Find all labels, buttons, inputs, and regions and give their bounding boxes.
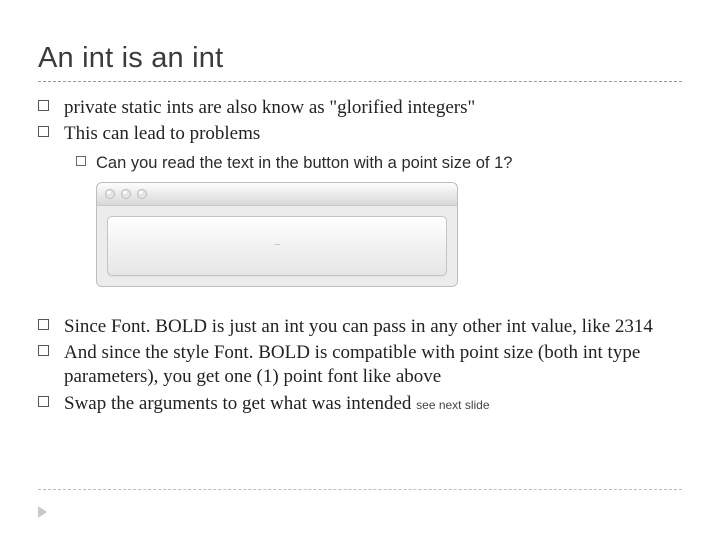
example-window: — [96,182,458,287]
bullet-5-text: Swap the arguments to get what was inten… [64,393,411,414]
slide-title: An int is an int [38,42,682,75]
bullet-4-text: And since the style Font. BOLD is compat… [64,342,640,387]
square-bullet-icon [38,345,49,356]
square-bullet-icon [38,100,49,111]
square-bullet-icon [38,396,49,407]
slide-body: private static ints are also know as "gl… [38,96,682,416]
tiny-font-button[interactable]: — [107,216,447,276]
bullet-3: Since Font. BOLD is just an int you can … [38,315,682,339]
tiny-font-button-label: — [274,242,280,249]
bottom-divider [38,489,682,490]
slide: An int is an int private static ints are… [0,0,720,540]
title-divider [38,81,682,82]
bullet-1-text: private static ints are also know as "gl… [64,97,475,118]
bullet-2-text: This can lead to problems [64,123,260,144]
bullet-2a: Can you read the text in the button with… [38,153,682,174]
bullet-2: This can lead to problems [38,122,682,146]
example-window-titlebar [97,183,457,206]
bullet-2a-text: Can you read the text in the button with… [96,154,512,172]
example-window-content: — [97,206,457,286]
traffic-light-zoom-icon [137,189,147,199]
next-slide-icon[interactable] [38,506,47,518]
traffic-light-minimize-icon [121,189,131,199]
bullet-4: And since the style Font. BOLD is compat… [38,341,682,390]
bullet-5-note: see next slide [416,398,489,412]
bullet-1: private static ints are also know as "gl… [38,96,682,120]
lower-bullets: Since Font. BOLD is just an int you can … [38,315,682,416]
square-bullet-icon [38,319,49,330]
bullet-3-text: Since Font. BOLD is just an int you can … [64,316,653,337]
traffic-light-close-icon [105,189,115,199]
bullet-5: Swap the arguments to get what was inten… [38,392,682,416]
square-bullet-icon [38,126,49,137]
square-bullet-icon [76,156,86,166]
